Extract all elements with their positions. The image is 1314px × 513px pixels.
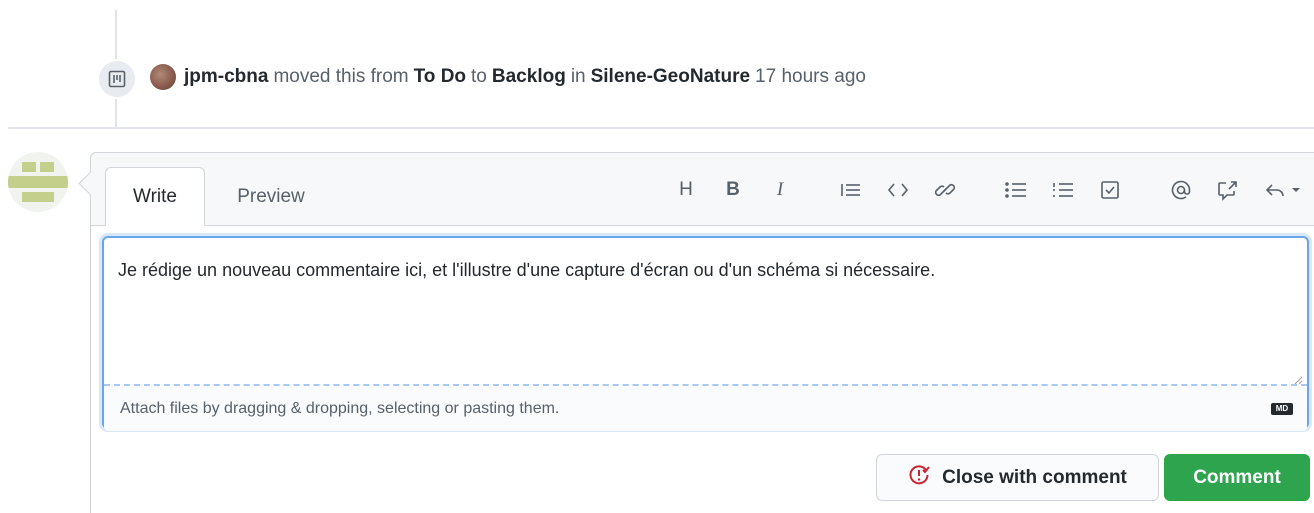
heading-icon[interactable]: H bbox=[671, 175, 701, 205]
event-actor-link[interactable]: jpm-cbna bbox=[184, 66, 268, 88]
italic-icon[interactable]: I bbox=[765, 175, 795, 205]
markdown-icon[interactable]: MD bbox=[1271, 403, 1293, 415]
event-text-in: in bbox=[570, 66, 586, 87]
link-icon[interactable] bbox=[930, 175, 960, 205]
tab-write[interactable]: Write bbox=[105, 167, 205, 226]
event-text-moved: moved this from bbox=[273, 66, 409, 87]
close-with-comment-button[interactable]: Close with comment bbox=[876, 454, 1159, 501]
editor-tab-bar: Write Preview H B I bbox=[91, 153, 1314, 226]
task-list-icon[interactable] bbox=[1095, 175, 1125, 205]
comment-textarea[interactable]: Je rédige un nouveau commentaire ici, et… bbox=[102, 236, 1309, 431]
timeline-event: jpm-cbna moved this from To Do to Backlo… bbox=[150, 64, 866, 90]
comment-button-label: Comment bbox=[1193, 466, 1281, 488]
reply-icon[interactable] bbox=[1263, 175, 1303, 205]
mention-icon[interactable] bbox=[1166, 175, 1196, 205]
avatar[interactable] bbox=[8, 152, 68, 212]
comment-body-text: Je rédige un nouveau commentaire ici, et… bbox=[118, 260, 936, 280]
avatar[interactable] bbox=[150, 64, 176, 90]
tab-preview[interactable]: Preview bbox=[221, 167, 321, 226]
comment-button[interactable]: Comment bbox=[1164, 454, 1310, 501]
bold-icon[interactable]: B bbox=[718, 175, 748, 205]
event-time[interactable]: 17 hours ago bbox=[755, 66, 866, 88]
attach-files-bar[interactable]: Attach files by dragging & dropping, sel… bbox=[104, 384, 1307, 431]
timeline-divider bbox=[8, 127, 1314, 129]
attach-files-hint: Attach files by dragging & dropping, sel… bbox=[120, 400, 560, 417]
bold-label: B bbox=[726, 179, 740, 200]
issue-closed-icon bbox=[908, 464, 930, 492]
event-project-link[interactable]: Silene-GeoNature bbox=[591, 66, 750, 88]
bulleted-list-icon[interactable] bbox=[1001, 175, 1031, 205]
heading-label: H bbox=[679, 179, 693, 200]
cross-reference-icon[interactable] bbox=[1213, 175, 1243, 205]
event-to-column: Backlog bbox=[491, 66, 566, 87]
event-text-to: to bbox=[471, 66, 487, 87]
italic-label: I bbox=[776, 179, 784, 200]
resize-handle-icon[interactable] bbox=[1293, 372, 1303, 385]
close-with-comment-label: Close with comment bbox=[942, 466, 1127, 488]
code-icon[interactable] bbox=[883, 175, 913, 205]
event-from-column: To Do bbox=[413, 66, 467, 87]
numbered-list-icon[interactable] bbox=[1048, 175, 1078, 205]
quote-icon[interactable] bbox=[836, 175, 866, 205]
project-icon bbox=[97, 59, 137, 99]
